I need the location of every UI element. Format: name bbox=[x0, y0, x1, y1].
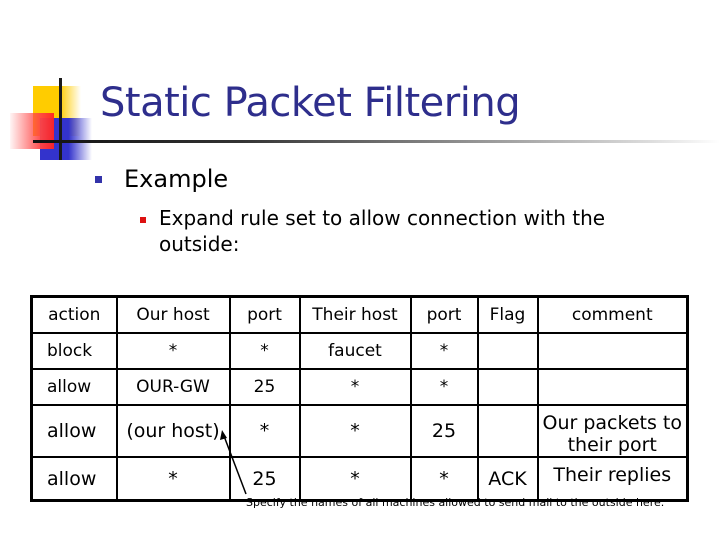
annotation-arrow-icon bbox=[220, 430, 247, 495]
annotation-note: Specify the names of all machines allowe… bbox=[246, 496, 665, 509]
